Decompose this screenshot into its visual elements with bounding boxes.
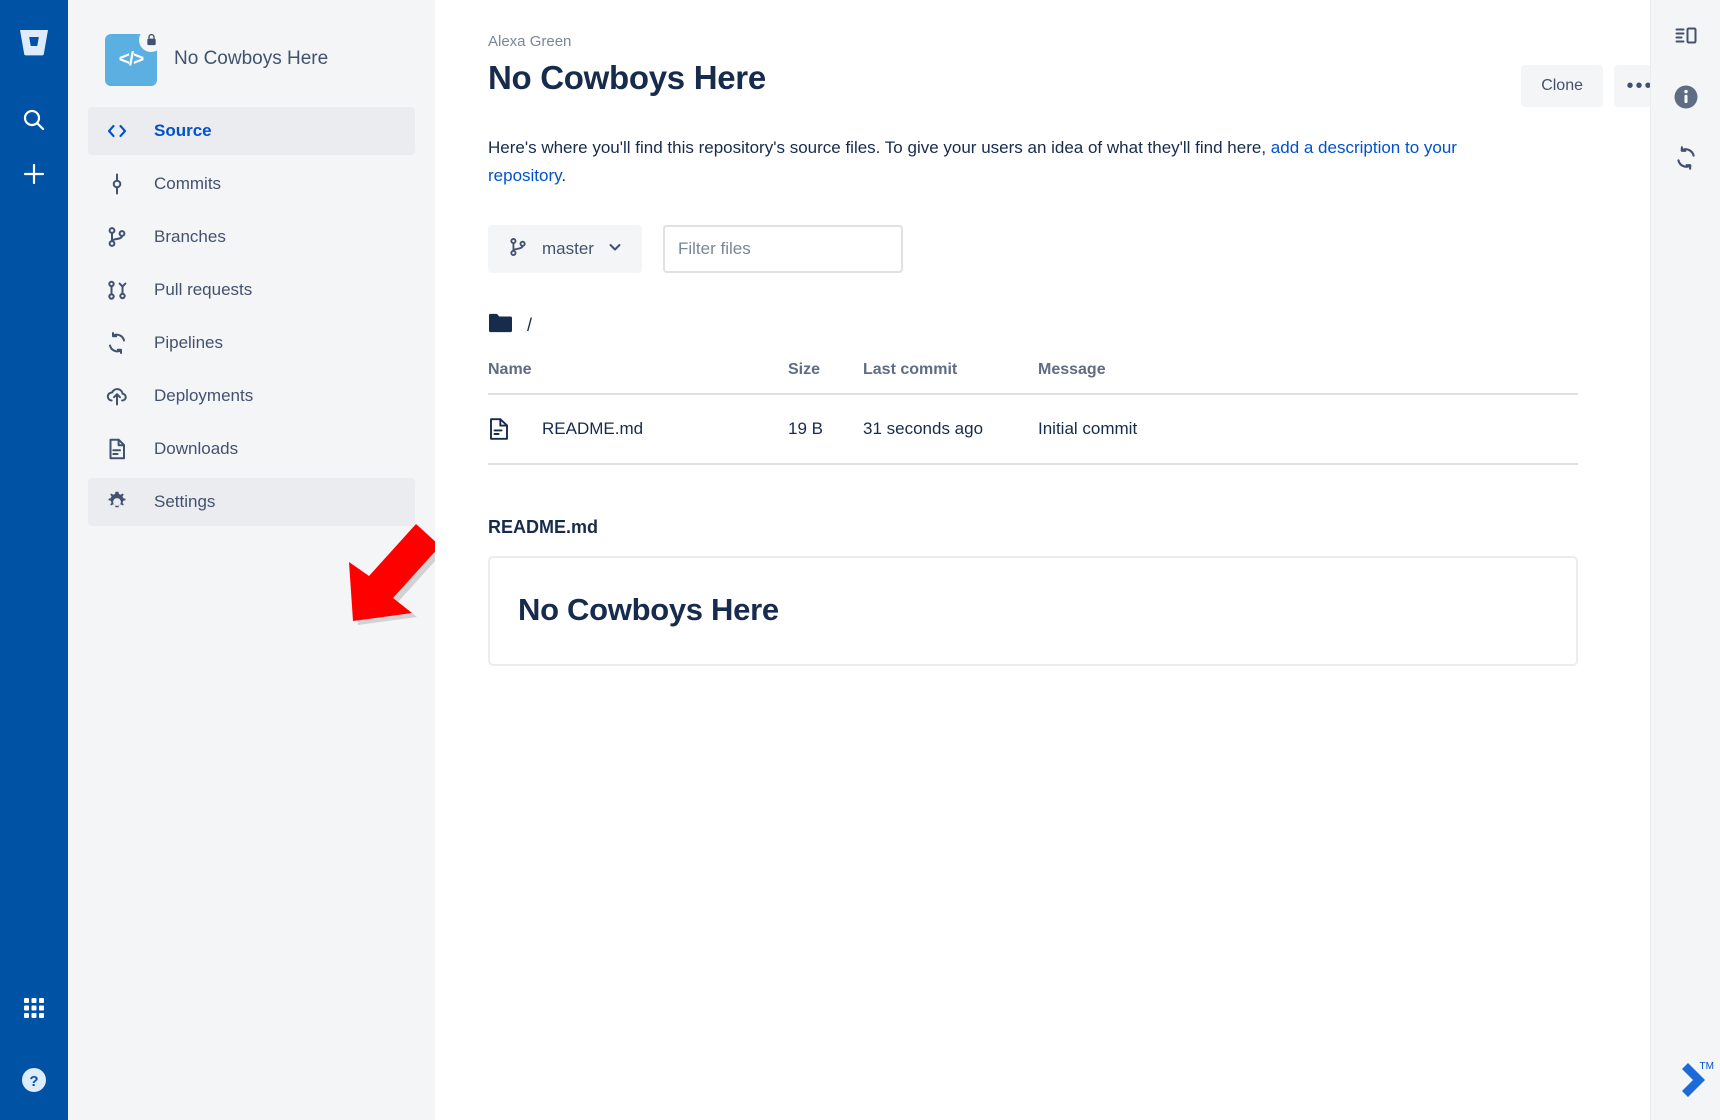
sidebar-item-label: Settings	[154, 492, 216, 511]
code-icon	[104, 118, 130, 144]
readme-filename: README.md	[488, 517, 599, 538]
path-label[interactable]: /	[527, 315, 532, 336]
repository-sidebar: </> No Cowboys Here Source Commits Branc…	[68, 0, 445, 1120]
clone-button[interactable]: Clone	[1521, 65, 1603, 107]
sidebar-item-label: Commits	[154, 174, 222, 193]
folder-icon	[488, 312, 514, 339]
column-header-size: Size	[788, 361, 863, 396]
panel-toggle-icon[interactable]	[1664, 14, 1708, 58]
atlassian-logo-icon[interactable]	[1672, 1059, 1712, 1108]
repository-header[interactable]: </> No Cowboys Here	[68, 0, 435, 92]
right-utility-rail: TM	[1650, 0, 1720, 1120]
grid-icon[interactable]	[12, 986, 56, 1030]
rail-bottom-group: ?	[0, 986, 68, 1102]
deployments-icon	[104, 383, 130, 409]
sidebar-item-downloads[interactable]: Downloads	[88, 425, 415, 473]
cell-name: README.md	[488, 394, 788, 466]
sidebar-item-label: Downloads	[154, 439, 239, 458]
downloads-icon	[104, 436, 130, 462]
file-icon	[488, 417, 510, 441]
repository-description: Here's where you'll find this repository…	[488, 134, 1488, 190]
description-text-before: Here's where you'll find this repository…	[488, 138, 1271, 157]
chevron-down-icon	[607, 239, 623, 260]
pipelines-icon	[104, 330, 130, 356]
avatar: </>	[105, 27, 163, 86]
info-circle-icon[interactable]	[1664, 75, 1708, 119]
main-content: Alexa Green No Cowboys Here Clone ••• He…	[435, 0, 1650, 1120]
sidebar-item-settings[interactable]: Settings	[88, 478, 415, 526]
sidebar-item-label: Source	[154, 121, 212, 140]
cell-last-commit: 31 seconds ago	[863, 394, 1038, 466]
sidebar-item-source[interactable]: Source	[88, 107, 415, 155]
readme-preview: No Cowboys Here	[488, 556, 1578, 667]
description-text-after: .	[561, 166, 567, 186]
file-name[interactable]: README.md	[542, 419, 643, 439]
table-row[interactable]: README.md 19 B 31 seconds ago Initial co…	[488, 394, 1578, 466]
pull-request-icon	[104, 277, 130, 303]
branch-icon	[104, 224, 130, 250]
cell-size: 19 B	[788, 394, 863, 466]
page-actions: Clone •••	[1521, 58, 1650, 107]
sidebar-item-deployments[interactable]: Deployments	[88, 372, 415, 420]
table-header-row: Name Size Last commit Message	[488, 361, 1578, 396]
question-circle-icon[interactable]: ?	[12, 1058, 56, 1102]
sidebar-item-label: Pipelines	[154, 333, 223, 352]
page-title: No Cowboys Here	[488, 59, 766, 96]
sidebar-item-label: Deployments	[154, 386, 254, 405]
lock-icon	[139, 27, 163, 52]
column-header-last-commit: Last commit	[863, 361, 1038, 396]
svg-text:?: ?	[29, 1073, 38, 1090]
source-controls: master	[488, 225, 1650, 274]
sidebar-item-pull-requests[interactable]: Pull requests	[88, 266, 415, 314]
gear-icon	[104, 489, 130, 515]
repository-name: No Cowboys Here	[174, 48, 329, 70]
branch-icon	[507, 236, 529, 263]
search-icon[interactable]	[12, 98, 56, 142]
bitbucket-repository-page: ? </> No Cowboys Here Source Commits Bra…	[0, 0, 1720, 1120]
sidebar-item-pipelines[interactable]: Pipelines	[88, 319, 415, 367]
sidebar-item-label: Pull requests	[154, 280, 253, 299]
sidebar-item-branches[interactable]: Branches	[88, 213, 415, 261]
filter-files-input[interactable]	[662, 225, 903, 274]
column-header-message: Message	[1038, 361, 1578, 396]
branch-name: master	[542, 239, 594, 259]
sidebar-item-commits[interactable]: Commits	[88, 160, 415, 208]
plus-icon[interactable]	[12, 152, 56, 196]
branch-selector[interactable]: master	[488, 225, 642, 274]
readme-heading: No Cowboys Here	[518, 592, 779, 628]
sidebar-item-label: Branches	[154, 227, 226, 246]
more-actions-button[interactable]: •••	[1614, 65, 1650, 107]
column-header-name: Name	[488, 361, 788, 396]
page-header: No Cowboys Here Clone •••	[488, 58, 1650, 107]
repository-nav: Source Commits Branches Pull requests Pi…	[68, 107, 435, 526]
commit-icon	[104, 171, 130, 197]
cell-message: Initial commit	[1038, 394, 1578, 466]
sync-icon[interactable]	[1664, 136, 1708, 180]
breadcrumb[interactable]: Alexa Green	[488, 33, 1650, 50]
bitbucket-logo-icon[interactable]	[16, 24, 52, 60]
current-path: /	[488, 312, 1650, 339]
global-navigation-rail: ?	[0, 0, 68, 1120]
file-browser-table: Name Size Last commit Message README.md …	[488, 361, 1578, 466]
